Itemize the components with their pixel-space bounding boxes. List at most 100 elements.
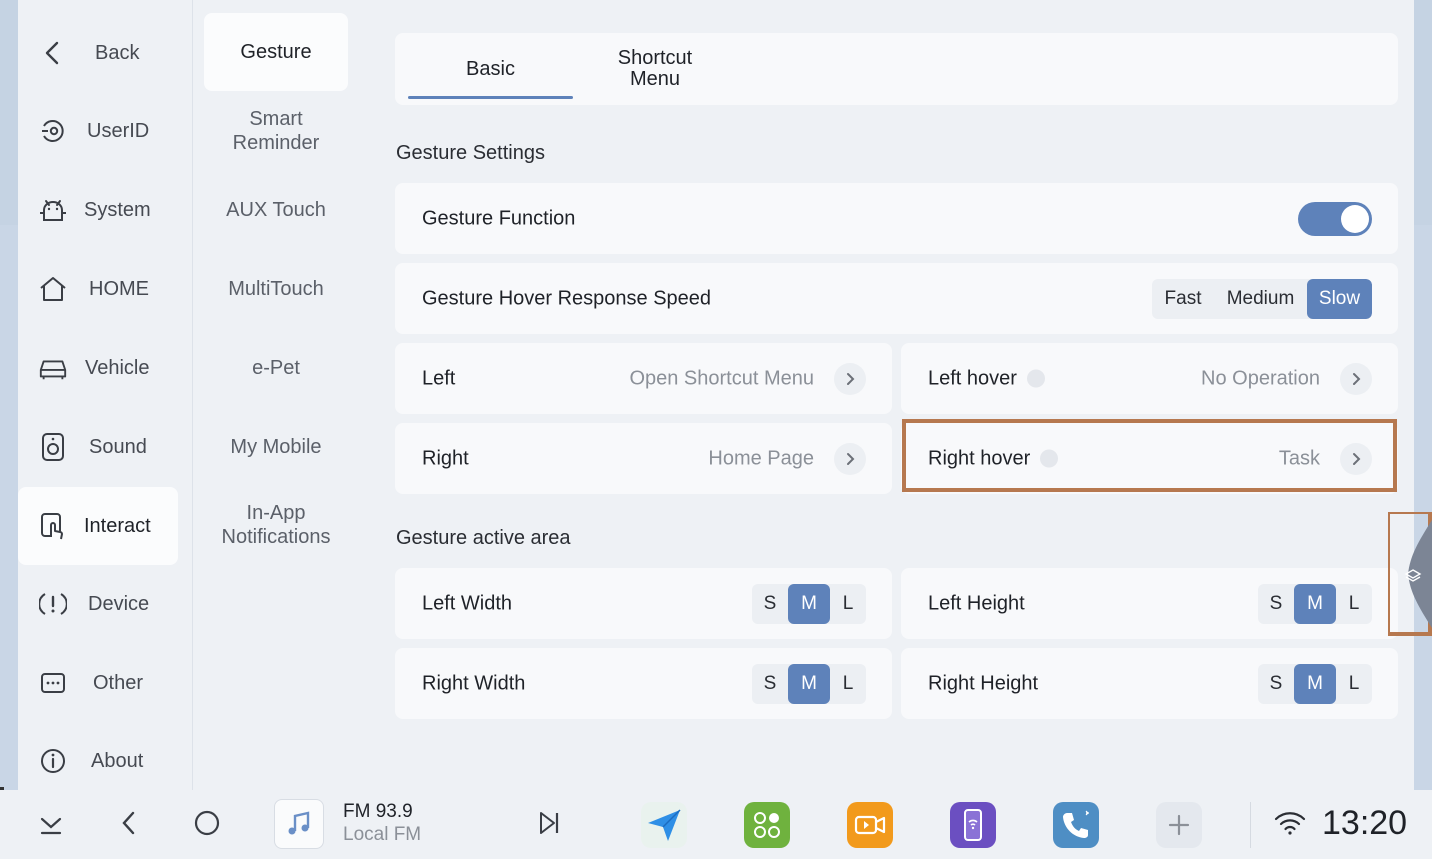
size-s-option[interactable]: S (752, 584, 788, 624)
left-width-row: Left Width S M L (395, 568, 892, 639)
settings-screen: Back UserID System HOME Vehicle Sound In… (18, 0, 1414, 790)
video-app-icon[interactable] (847, 802, 893, 848)
tab-basic[interactable]: Basic (408, 33, 573, 105)
hover-speed-label: Gesture Hover Response Speed (422, 287, 712, 309)
chevron-right-icon (1340, 362, 1372, 395)
subnav-item-my-mobile[interactable]: My Mobile (204, 408, 348, 486)
chevron-right-icon (834, 362, 866, 395)
nav-item-device[interactable]: Device (18, 565, 178, 643)
right-value: Home Page (708, 447, 814, 469)
info-dot-icon[interactable] (1026, 369, 1045, 388)
size-s-option[interactable]: S (1258, 584, 1294, 624)
nav-item-about[interactable]: About (18, 722, 178, 790)
left-hover-value: No Operation (1201, 367, 1320, 389)
left-gesture-row[interactable]: Left Open Shortcut Menu (395, 343, 892, 414)
nav-item-home[interactable]: HOME (18, 250, 178, 328)
nav-home-button[interactable] (184, 802, 230, 848)
size-l-option[interactable]: L (830, 584, 866, 624)
back-button[interactable]: Back (18, 14, 178, 92)
phone-mirror-icon[interactable] (950, 802, 996, 848)
nav-back-button[interactable] (106, 802, 152, 848)
subnav-item-aux-touch[interactable]: AUX Touch (204, 171, 348, 249)
nav-label: Sound (89, 435, 147, 458)
chevron-right-icon (834, 442, 866, 475)
layers-icon (1404, 568, 1422, 589)
nav-label: Interact (84, 514, 151, 537)
nav-label: System (84, 198, 151, 221)
left-hover-label-group: Left hover (928, 367, 1045, 390)
right-width-row: Right Width S M L (395, 648, 892, 719)
active-tab-indicator (408, 96, 573, 99)
gesture-settings-panel: Basic Shortcut Menu Gesture Settings Ges… (363, 0, 1414, 790)
sub-nav: Gesture Smart Reminder AUX Touch MultiTo… (193, 0, 363, 790)
media-title: FM 93.9 (343, 801, 413, 822)
nav-item-other[interactable]: Other (18, 644, 178, 722)
nav-item-vehicle[interactable]: Vehicle (18, 329, 178, 407)
speed-slow-option[interactable]: Slow (1307, 278, 1372, 319)
nav-item-interact[interactable]: Interact (18, 487, 178, 565)
navigation-app-icon[interactable] (641, 802, 687, 848)
right-height-selector: S M L (1258, 663, 1372, 704)
nav-item-system[interactable]: System (18, 171, 178, 249)
size-m-option[interactable]: M (1294, 663, 1336, 704)
add-icon[interactable] (1156, 802, 1202, 848)
subnav-item-e-pet[interactable]: e-Pet (204, 329, 348, 407)
left-height-selector: S M L (1258, 583, 1372, 624)
left-hover-label: Left hover (928, 367, 1017, 389)
nav-item-userid[interactable]: UserID (18, 92, 178, 170)
nav-label: HOME (89, 277, 149, 300)
right-label: Right (422, 447, 469, 469)
chevron-right-icon (1340, 442, 1372, 475)
nav-item-sound[interactable]: Sound (18, 408, 178, 486)
left-value: Open Shortcut Menu (629, 367, 814, 389)
right-hover-label-group: Right hover (928, 447, 1059, 470)
tab-shortcut-label-line1: Shortcut (617, 47, 693, 69)
subnav-item-multitouch[interactable]: MultiTouch (204, 250, 348, 328)
speed-fast-option[interactable]: Fast (1152, 279, 1214, 319)
size-m-option[interactable]: M (788, 583, 830, 624)
right-edge-strip (1414, 225, 1432, 790)
left-width-selector: S M L (752, 583, 866, 624)
left-height-row: Left Height S M L (901, 568, 1398, 639)
nav-label: Device (88, 592, 150, 615)
collapse-button[interactable] (28, 802, 74, 848)
speed-medium-option[interactable]: Medium (1214, 279, 1307, 319)
size-m-option[interactable]: M (788, 663, 830, 704)
skip-next-button[interactable] (526, 802, 572, 848)
back-label: Back (95, 41, 140, 64)
size-l-option[interactable]: L (830, 664, 866, 704)
size-s-option[interactable]: S (752, 664, 788, 704)
right-width-label: Right Width (422, 672, 526, 694)
back-arrow-icon (118, 809, 140, 842)
media-subtitle: Local FM (343, 824, 422, 845)
subnav-item-in-app-notifications[interactable]: In-App Notifications (204, 486, 348, 564)
left-edge-strip (0, 225, 18, 790)
chevron-down-bar-icon (36, 810, 66, 841)
size-m-option[interactable]: M (1294, 583, 1336, 624)
gesture-function-toggle[interactable] (1298, 201, 1372, 236)
right-height-label: Right Height (928, 672, 1039, 694)
wifi-status-button[interactable] (1267, 802, 1313, 848)
subnav-item-smart-reminder[interactable]: Smart Reminder (204, 92, 348, 170)
music-note-icon (274, 799, 324, 849)
info-dot-icon[interactable] (1040, 449, 1059, 468)
subnav-item-gesture[interactable]: Gesture (204, 13, 348, 91)
size-l-option[interactable]: L (1336, 584, 1372, 624)
size-l-option[interactable]: L (1336, 664, 1372, 704)
size-s-option[interactable]: S (1258, 664, 1294, 704)
gesture-settings-heading: Gesture Settings (396, 142, 545, 164)
phone-call-icon[interactable] (1053, 802, 1099, 848)
right-gesture-row[interactable]: Right Home Page (395, 423, 892, 494)
gesture-function-row: Gesture Function (395, 183, 1398, 254)
tab-shortcut-menu[interactable]: Shortcut Menu (575, 33, 735, 105)
side-gesture-handle[interactable] (1386, 510, 1432, 636)
wifi-icon (1273, 810, 1307, 841)
nav-label: UserID (87, 119, 150, 142)
tab-shortcut-label-line2: Menu (629, 68, 681, 90)
clock: 13:20 (1322, 804, 1408, 842)
right-hover-row[interactable]: Right hover Task (901, 423, 1398, 494)
left-hover-row[interactable]: Left hover No Operation (901, 343, 1398, 414)
taskbar-divider (1250, 802, 1251, 848)
toggle-knob (1341, 204, 1369, 233)
apps-grid-icon[interactable] (744, 802, 790, 848)
